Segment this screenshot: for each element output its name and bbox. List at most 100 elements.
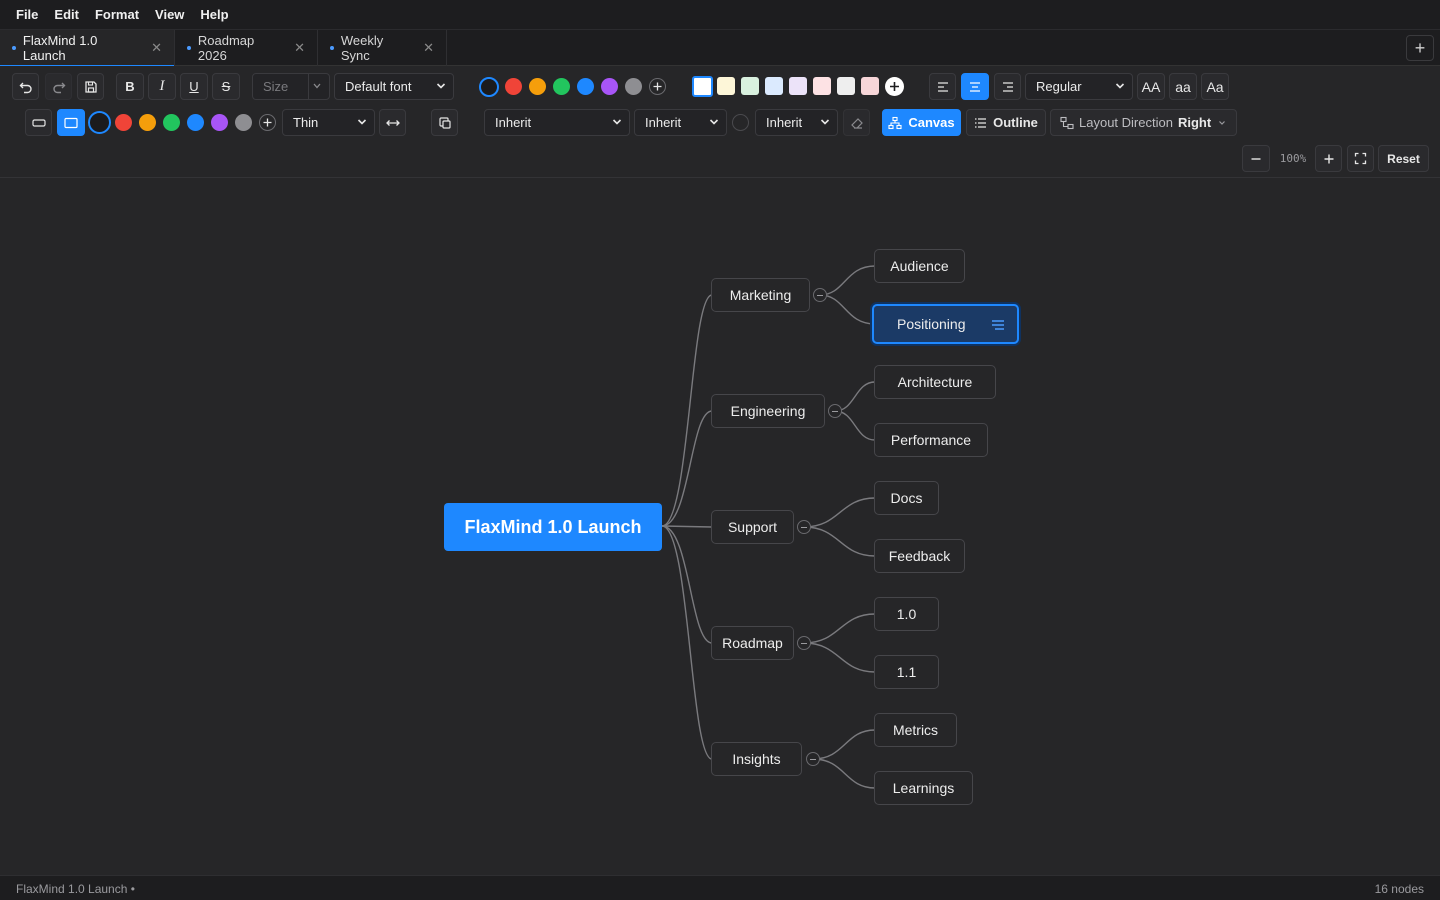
layout-direction-dropdown[interactable]: Layout Direction Right	[1050, 109, 1237, 136]
close-icon[interactable]: ✕	[151, 40, 162, 56]
chevron-down-icon	[709, 119, 719, 125]
chevron-down-icon	[436, 83, 446, 89]
note-lines-icon[interactable]	[991, 319, 1005, 331]
child-node-1-1[interactable]: 1.1	[874, 655, 939, 689]
line-width-select[interactable]: Thin	[282, 109, 375, 136]
align-right-button[interactable]	[994, 73, 1021, 100]
branch-node-marketing[interactable]: Marketing	[711, 278, 810, 312]
line-style-select[interactable]: Inherit	[484, 109, 630, 136]
lowercase-button[interactable]: aa	[1169, 73, 1197, 100]
fill-color-swatch[interactable]	[837, 77, 855, 95]
collapse-toggle-icon[interactable]	[828, 404, 842, 418]
fill-color-swatch[interactable]	[692, 76, 713, 97]
view-outline-button[interactable]: Outline	[966, 109, 1046, 136]
branch-node-insights[interactable]: Insights	[711, 742, 802, 776]
child-node-positioning-selected[interactable]: Positioning	[872, 304, 1019, 344]
fill-color-swatch[interactable]	[717, 77, 735, 95]
text-color-swatch[interactable]	[553, 78, 570, 95]
tab-weekly-sync[interactable]: Weekly Sync ✕	[318, 30, 447, 66]
fill-color-swatch[interactable]	[765, 77, 783, 95]
fill-color-swatch[interactable]	[813, 77, 831, 95]
border-color-swatch[interactable]	[187, 114, 204, 131]
duplicate-button[interactable]	[431, 109, 458, 136]
new-tab-button[interactable]: +	[1406, 35, 1434, 61]
line-color-swatch[interactable]	[732, 114, 749, 131]
collapse-toggle-icon[interactable]	[813, 288, 827, 302]
line-color-select[interactable]: Inherit	[755, 109, 838, 136]
bold-button[interactable]: B	[116, 73, 144, 100]
zoom-out-button[interactable]	[1242, 145, 1270, 172]
fill-color-swatch[interactable]	[861, 77, 879, 95]
tab-label: Weekly Sync	[340, 33, 384, 63]
align-left-button[interactable]	[929, 73, 956, 100]
border-color-swatch[interactable]	[163, 114, 180, 131]
add-border-color-button[interactable]	[259, 114, 276, 131]
tab-roadmap-2026[interactable]: Roadmap 2026 ✕	[175, 30, 318, 66]
child-node-1-0[interactable]: 1.0	[874, 597, 939, 631]
line-span-button[interactable]	[379, 109, 406, 136]
child-node-docs[interactable]: Docs	[874, 481, 939, 515]
text-color-swatch[interactable]	[601, 78, 618, 95]
add-fill-color-button[interactable]	[885, 77, 904, 96]
copy-icon	[438, 116, 451, 129]
text-color-swatch[interactable]	[479, 77, 499, 97]
reset-zoom-button[interactable]: Reset	[1378, 145, 1429, 172]
line-end-select[interactable]: Inherit	[634, 109, 727, 136]
text-color-swatch[interactable]	[625, 78, 642, 95]
view-canvas-button[interactable]: Canvas	[882, 109, 961, 136]
menu-edit[interactable]: Edit	[46, 0, 87, 30]
fill-color-swatch[interactable]	[789, 77, 807, 95]
strikethrough-button[interactable]: S	[212, 73, 240, 100]
branch-node-engineering[interactable]: Engineering	[711, 394, 825, 428]
tab-flaxmind-launch[interactable]: FlaxMind 1.0 Launch ✕	[0, 30, 175, 67]
border-color-swatch[interactable]	[139, 114, 156, 131]
clear-format-button[interactable]	[843, 109, 870, 136]
child-node-metrics[interactable]: Metrics	[874, 713, 957, 747]
menu-view[interactable]: View	[147, 0, 192, 30]
underline-button[interactable]: U	[180, 73, 208, 100]
titlecase-button[interactable]: Aa	[1201, 73, 1229, 100]
italic-button[interactable]: I	[148, 73, 176, 100]
add-text-color-button[interactable]	[649, 78, 666, 95]
close-icon[interactable]: ✕	[423, 40, 434, 56]
font-family-select[interactable]: Default font	[334, 73, 454, 100]
collapse-toggle-icon[interactable]	[797, 520, 811, 534]
align-center-button[interactable]	[961, 73, 989, 100]
uppercase-button[interactable]: AA	[1137, 73, 1165, 100]
font-weight-select[interactable]: Regular	[1025, 73, 1133, 100]
document-status: FlaxMind 1.0 Launch •	[16, 882, 135, 896]
branch-node-roadmap[interactable]: Roadmap	[711, 626, 794, 660]
child-node-audience[interactable]: Audience	[874, 249, 965, 283]
collapse-toggle-icon[interactable]	[797, 636, 811, 650]
close-icon[interactable]: ✕	[294, 40, 305, 56]
text-color-swatch[interactable]	[577, 78, 594, 95]
root-node[interactable]: FlaxMind 1.0 Launch	[444, 503, 662, 551]
shape-rect-button[interactable]	[25, 109, 52, 136]
menu-help[interactable]: Help	[192, 0, 236, 30]
border-color-swatch[interactable]	[211, 114, 228, 131]
border-color-swatch[interactable]	[235, 114, 252, 131]
border-color-swatch[interactable]	[115, 114, 132, 131]
mindmap-canvas[interactable]: FlaxMind 1.0 Launch Marketing Engineerin…	[0, 179, 1440, 875]
child-node-learnings[interactable]: Learnings	[874, 771, 973, 805]
child-node-architecture[interactable]: Architecture	[874, 365, 996, 399]
fill-color-swatch[interactable]	[741, 77, 759, 95]
branch-node-support[interactable]: Support	[711, 510, 794, 544]
fit-screen-button[interactable]	[1347, 145, 1374, 172]
child-node-performance[interactable]: Performance	[874, 423, 988, 457]
text-color-swatch[interactable]	[529, 78, 546, 95]
menu-format[interactable]: Format	[87, 0, 147, 30]
redo-button[interactable]	[45, 73, 72, 100]
border-color-swatch[interactable]	[88, 111, 111, 134]
save-button[interactable]	[77, 73, 104, 100]
collapse-toggle-icon[interactable]	[806, 752, 820, 766]
layout-direction-label: Layout Direction	[1079, 115, 1173, 130]
font-size-input[interactable]: Size	[252, 73, 330, 100]
undo-button[interactable]	[12, 73, 39, 100]
menu-file[interactable]: File	[8, 0, 46, 30]
align-left-icon	[937, 81, 948, 92]
shape-rounded-button[interactable]	[57, 109, 85, 136]
zoom-in-button[interactable]	[1315, 145, 1342, 172]
child-node-feedback[interactable]: Feedback	[874, 539, 965, 573]
text-color-swatch[interactable]	[505, 78, 522, 95]
